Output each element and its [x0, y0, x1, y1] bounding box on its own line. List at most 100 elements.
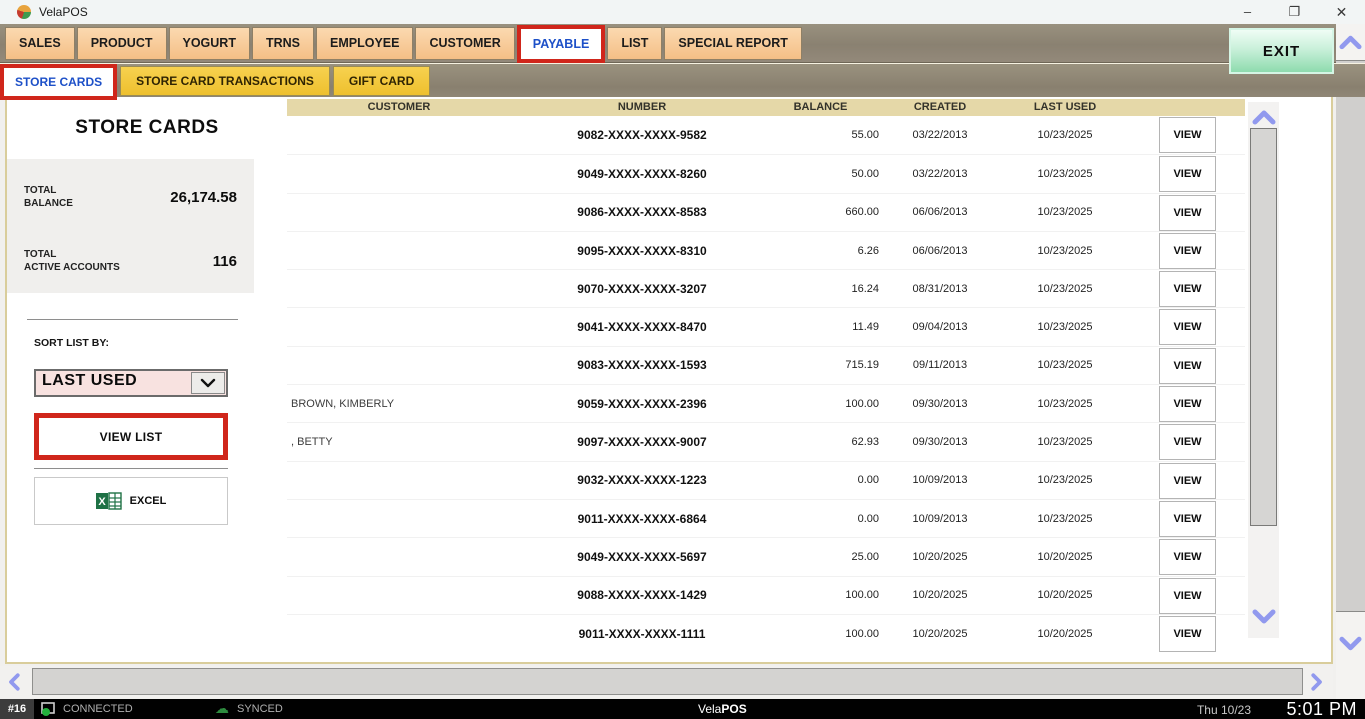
created-cell: 10/20/2025	[882, 551, 998, 563]
created-cell: 10/09/2013	[882, 513, 998, 525]
page-title: STORE CARDS	[7, 117, 287, 139]
balance-cell: 0.00	[762, 513, 879, 525]
connected-status-label: CONNECTED	[63, 703, 133, 715]
scroll-up-icon[interactable]	[1252, 109, 1276, 130]
scrollbar-thumb[interactable]	[1336, 60, 1365, 612]
created-cell: 08/31/2013	[882, 283, 998, 295]
last-used-cell: 10/23/2025	[1007, 359, 1123, 371]
created-cell: 03/22/2013	[882, 129, 998, 141]
col-header-last-used: LAST USED	[1007, 99, 1123, 116]
table-row: 9011-XXXX-XXXX-1111 100.00 10/20/2025 10…	[287, 614, 1245, 652]
window-title: VelaPOS	[39, 5, 88, 19]
last-used-cell: 10/20/2025	[1007, 551, 1123, 563]
card-number-cell: 9011-XXXX-XXXX-1111	[542, 627, 742, 641]
close-button[interactable]: ✕	[1318, 0, 1365, 24]
total-row: TOTAL BALANCE 26,174.58	[7, 175, 254, 219]
balance-cell: 100.00	[762, 628, 879, 640]
balance-cell: 0.00	[762, 474, 879, 486]
sub-nav-tab[interactable]: STORE CARD TRANSACTIONS	[120, 66, 330, 96]
window-vertical-scrollbar[interactable]	[1336, 24, 1365, 700]
scroll-right-icon[interactable]	[1309, 673, 1325, 696]
view-button[interactable]: VIEW	[1159, 309, 1216, 345]
chevron-down-icon[interactable]	[191, 372, 225, 394]
main-tabs: SALESPRODUCTYOGURTTRNSEMPLOYEECUSTOMERPA…	[5, 24, 802, 63]
sort-dropdown[interactable]: LAST USED	[34, 369, 228, 397]
view-button[interactable]: VIEW	[1159, 348, 1216, 384]
view-button[interactable]: VIEW	[1159, 271, 1216, 307]
table-scrollbar[interactable]	[1248, 102, 1279, 638]
table-row: 9095-XXXX-XXXX-8310 6.26 06/06/2013 10/2…	[287, 231, 1245, 269]
window-horizontal-scrollbar[interactable]	[0, 666, 1333, 698]
table-rows: 9082-XXXX-XXXX-9582 55.00 03/22/2013 10/…	[287, 116, 1245, 652]
statusbar-app-name: VelaPOS	[698, 702, 747, 716]
nav-tab[interactable]: TRNS	[252, 27, 314, 60]
balance-cell: 6.26	[762, 245, 879, 257]
balance-cell: 62.93	[762, 436, 879, 448]
view-button[interactable]: VIEW	[1159, 539, 1216, 575]
card-number-cell: 9032-XXXX-XXXX-1223	[542, 473, 742, 487]
col-header-customer: CUSTOMER	[291, 99, 507, 116]
balance-cell: 715.19	[762, 359, 879, 371]
total-row: TOTAL ACTIVE ACCOUNTS 116	[7, 239, 254, 283]
view-button[interactable]: VIEW	[1159, 156, 1216, 192]
balance-cell: 55.00	[762, 129, 879, 141]
table-row: 9082-XXXX-XXXX-9582 55.00 03/22/2013 10/…	[287, 116, 1245, 154]
divider	[34, 468, 228, 469]
card-number-cell: 9086-XXXX-XXXX-8583	[542, 205, 742, 219]
last-used-cell: 10/23/2025	[1007, 398, 1123, 410]
nav-tab[interactable]: SPECIAL REPORT	[664, 27, 802, 60]
last-used-cell: 10/23/2025	[1007, 129, 1123, 141]
created-cell: 09/11/2013	[882, 359, 998, 371]
view-button[interactable]: VIEW	[1159, 463, 1216, 499]
title-bar: VelaPOS – ❐ ✕	[0, 0, 1365, 24]
total-label: TOTAL ACTIVE ACCOUNTS	[24, 248, 120, 274]
nav-tab[interactable]: LIST	[607, 27, 662, 60]
view-button[interactable]: VIEW	[1159, 117, 1216, 153]
sort-list-label: SORT LIST BY:	[34, 337, 109, 349]
scroll-left-icon[interactable]	[6, 673, 22, 696]
table-row: 9011-XXXX-XXXX-6864 0.00 10/09/2013 10/2…	[287, 499, 1245, 537]
nav-tab[interactable]: CUSTOMER	[415, 27, 514, 60]
view-button[interactable]: VIEW	[1159, 195, 1216, 231]
nav-tab[interactable]: YOGURT	[169, 27, 250, 60]
view-button[interactable]: VIEW	[1159, 233, 1216, 269]
sub-nav-tab[interactable]: STORE CARDS	[0, 64, 117, 100]
last-used-cell: 10/23/2025	[1007, 513, 1123, 525]
scrollbar-thumb[interactable]	[32, 668, 1303, 695]
last-used-cell: 10/23/2025	[1007, 474, 1123, 486]
nav-tab[interactable]: SALES	[5, 27, 75, 60]
main-nav-bar: SALESPRODUCTYOGURTTRNSEMPLOYEECUSTOMERPA…	[0, 24, 1365, 63]
table-row: 9088-XXXX-XXXX-1429 100.00 10/20/2025 10…	[287, 576, 1245, 614]
nav-tab[interactable]: EMPLOYEE	[316, 27, 413, 60]
sub-nav-tab[interactable]: GIFT CARD	[333, 66, 430, 96]
view-list-button[interactable]: VIEW LIST	[34, 413, 228, 460]
view-button[interactable]: VIEW	[1159, 501, 1216, 537]
terminal-number-badge: #16	[0, 699, 34, 719]
scrollbar-thumb[interactable]	[1250, 128, 1277, 526]
nav-tab[interactable]: PRODUCT	[77, 27, 167, 60]
scroll-down-icon[interactable]	[1252, 609, 1276, 630]
restore-button[interactable]: ❐	[1271, 0, 1318, 24]
customer-cell: BROWN, KIMBERLY	[291, 398, 507, 410]
app-window: VelaPOS – ❐ ✕ SALESPRODUCTYOGURTTRNSEMPL…	[0, 0, 1365, 719]
excel-button-label: EXCEL	[130, 495, 167, 507]
view-button[interactable]: VIEW	[1159, 578, 1216, 614]
status-bar: #16 CONNECTED ☁ SYNCED VelaPOS Thu 10/23…	[0, 699, 1365, 719]
scroll-down-icon[interactable]	[1339, 636, 1362, 657]
excel-icon: X	[96, 492, 122, 510]
col-header-balance: BALANCE	[762, 99, 879, 116]
excel-export-button[interactable]: X EXCEL	[34, 477, 228, 525]
created-cell: 06/06/2013	[882, 206, 998, 218]
minimize-button[interactable]: –	[1224, 0, 1271, 24]
scroll-up-icon[interactable]	[1339, 34, 1362, 55]
last-used-cell: 10/23/2025	[1007, 321, 1123, 333]
card-number-cell: 9041-XXXX-XXXX-8470	[542, 320, 742, 334]
balance-cell: 660.00	[762, 206, 879, 218]
exit-button[interactable]: EXIT	[1229, 28, 1334, 74]
card-number-cell: 9088-XXXX-XXXX-1429	[542, 588, 742, 602]
nav-tab[interactable]: PAYABLE	[517, 25, 606, 63]
view-button[interactable]: VIEW	[1159, 616, 1216, 652]
card-number-cell: 9097-XXXX-XXXX-9007	[542, 435, 742, 449]
view-button[interactable]: VIEW	[1159, 424, 1216, 460]
view-button[interactable]: VIEW	[1159, 386, 1216, 422]
